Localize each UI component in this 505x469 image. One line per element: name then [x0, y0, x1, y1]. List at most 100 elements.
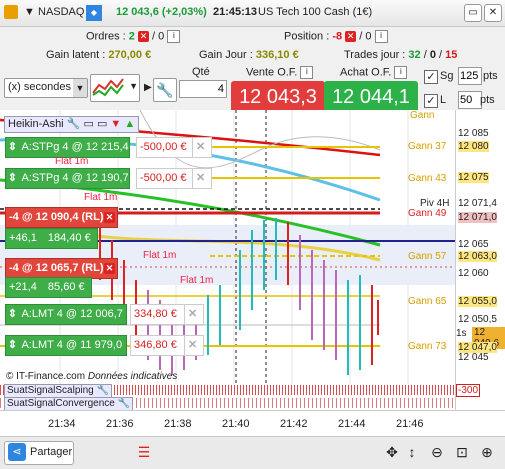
price-change: 12 043,6 (+2,03%)	[116, 6, 207, 18]
symbol-name: NASDAQ	[38, 6, 85, 18]
sub2-header[interactable]: SuatSignalConvergence 🔧	[4, 397, 134, 411]
sub1-header[interactable]: SuatSignalScalping 🔧	[4, 384, 112, 398]
title-bar: ▼ NASDAQ ◆ 12 043,6 (+2,03%) 21:45:13 US…	[0, 0, 505, 27]
close-position-icon[interactable]: ✕	[104, 212, 115, 223]
y-tick: 12 050,5	[458, 314, 497, 325]
close-icon[interactable]: ✕	[192, 137, 212, 158]
position-2-pnl: +21,4 85,60 €	[5, 277, 92, 298]
l-unit: pts	[480, 94, 495, 106]
flat-label: Flat 1m	[55, 156, 89, 167]
order-stop-2[interactable]: ⇕ A:STPg 4 @ 12 190,7 -500,00 € ✕	[5, 168, 212, 189]
qty-label: Qté	[192, 66, 210, 78]
data-note: Données indicatives	[87, 371, 178, 382]
price-chart[interactable]: Heikin-Ashi 🔧 ▭ ▭ ▼ ▲ ⇕ A:STPg 4 @ 12 21…	[0, 110, 455, 410]
updown-arrow-icon[interactable]: ⇕	[6, 138, 19, 157]
share-button[interactable]: ⋖ Partager	[4, 441, 74, 465]
sell-info-icon[interactable]: i	[300, 66, 314, 79]
updown-arrow-icon[interactable]: ⇕	[6, 305, 19, 324]
refresh-icon[interactable]: ◆	[86, 5, 102, 21]
order-limit-1[interactable]: ⇕ A:LMT 4 @ 12 006,7 334,80 € ✕	[5, 304, 204, 325]
order-stop-1[interactable]: ⇕ A:STPg 4 @ 12 215,4 -500,00 € ✕	[5, 137, 212, 158]
time-axis[interactable]	[0, 410, 505, 437]
x-tick: 21:34	[48, 418, 76, 430]
order-value: 346,80 €	[130, 335, 186, 356]
y-tick: 12 071,4	[458, 198, 497, 209]
buy-info-icon[interactable]: i	[394, 66, 408, 79]
sg-checkbox[interactable]: ✓	[424, 70, 438, 84]
chevron-down-icon[interactable]: ▼	[73, 79, 87, 97]
y-tick: 12 045	[458, 352, 489, 363]
updown-arrow-icon[interactable]: ⇕	[6, 169, 19, 188]
wrench-icon[interactable]: 🔧	[118, 398, 130, 409]
sell-label-wrap: Vente O.F. i	[246, 66, 314, 79]
day-gain: Gain Jour : 336,10 €	[199, 49, 299, 61]
sub-indicators: SuatSignalScalping 🔧 SuatSignalConvergen…	[0, 384, 455, 411]
dropdown-arrow-icon[interactable]: ▼	[24, 6, 35, 18]
timeframe-badge: 1s	[456, 328, 467, 339]
y-tick: 12 060	[458, 268, 489, 279]
wrench-icon[interactable]: 🔧	[67, 118, 81, 130]
sub2-name: SuatSignalConvergence	[7, 398, 115, 409]
caret-right-icon[interactable]: ▶	[144, 82, 152, 93]
close-icon[interactable]: ✕	[184, 304, 204, 325]
chevron-down-icon[interactable]: ▼	[129, 81, 138, 91]
y-tick: 12 055,0	[458, 296, 497, 307]
updown-arrow-icon[interactable]: ⇕	[6, 336, 19, 355]
download-icon[interactable]: ▼	[110, 118, 121, 130]
pnl-points: +46,1	[9, 232, 37, 244]
pnl-points: +21,4	[9, 281, 37, 293]
qty-input[interactable]	[179, 80, 227, 98]
position-info-icon[interactable]: i	[374, 30, 388, 43]
position-label: Position :	[284, 30, 330, 43]
pnl-value: 85,60 €	[47, 281, 85, 293]
indicators-icon[interactable]: ☰	[134, 442, 154, 462]
trades-day: Trades jour : 32 / 0 / 15	[344, 49, 457, 61]
buy-button[interactable]: 12 044,1	[324, 81, 418, 113]
sub1-name: SuatSignalScalping	[7, 385, 94, 396]
cancel-orders-icon[interactable]: ✕	[137, 31, 149, 42]
sell-button[interactable]: 12 043,3	[231, 81, 325, 113]
indicator-header[interactable]: Heikin-Ashi 🔧 ▭ ▭ ▼ ▲	[4, 116, 140, 133]
position-label: -4 @ 12 090,4 (RL)	[9, 211, 104, 223]
close-position-icon[interactable]: ✕	[345, 31, 357, 42]
resize-arrows-icon[interactable]: ↕	[402, 442, 422, 462]
copyright: © IT-Finance.com Données indicatives	[6, 371, 177, 382]
zoom-in-icon[interactable]: ⊕	[477, 442, 497, 462]
share-icon: ⋖	[8, 443, 26, 461]
orders-label: Ordres :	[86, 30, 126, 43]
x-tick: 21:36	[106, 418, 134, 430]
l-checkbox[interactable]: ✓	[424, 94, 438, 108]
y-tick: 12 065	[458, 239, 489, 250]
wrench-icon[interactable]: 🔧	[153, 78, 177, 102]
zoom-out-icon[interactable]: ⊖	[427, 442, 447, 462]
timeframe-select[interactable]: (x) secondes ▼	[4, 78, 88, 98]
flat-label: Flat 1m	[84, 192, 118, 203]
gann-label: Gann 49	[408, 208, 447, 219]
close-icon[interactable]: ✕	[192, 168, 212, 189]
zoom-fit-icon[interactable]: ⊡	[452, 442, 472, 462]
order-limit-2[interactable]: ⇕ A:LMT 4 @ 11 979,0 346,80 € ✕	[5, 335, 204, 356]
window-icon[interactable]: ▭	[83, 118, 93, 130]
pan-arrows-icon[interactable]: ✥	[382, 442, 402, 462]
position-value: -8	[332, 30, 343, 43]
y-tick: 12 085	[458, 128, 489, 139]
close-icon[interactable]: ✕	[184, 335, 204, 356]
copyright-text: © IT-Finance.com	[6, 371, 86, 382]
close-position-icon[interactable]: ✕	[104, 263, 115, 274]
l-input[interactable]	[458, 91, 482, 109]
sg-input[interactable]	[458, 67, 482, 85]
position-1[interactable]: -4 @ 12 090,4 (RL) ✕	[5, 207, 118, 228]
order-label: A:LMT 4 @ 11 979,0	[21, 339, 123, 351]
close-icon[interactable]: ✕	[484, 4, 502, 22]
wrench-icon[interactable]: 🔧	[97, 385, 109, 396]
upload-icon[interactable]: ▲	[124, 118, 135, 130]
order-value: -500,00 €	[136, 168, 194, 189]
flat-label: Flat 1m	[180, 275, 214, 286]
minimize-icon[interactable]: ▭	[464, 4, 482, 22]
orders-info-icon[interactable]: i	[167, 30, 181, 43]
window-icon-2[interactable]: ▭	[97, 118, 107, 130]
chart-type-select[interactable]: ▼	[90, 74, 140, 102]
latent-gain-value: 270,00 €	[108, 49, 152, 61]
indicator-name: Heikin-Ashi	[8, 118, 64, 130]
position-2[interactable]: -4 @ 12 065,7 (RL) ✕	[5, 258, 118, 279]
